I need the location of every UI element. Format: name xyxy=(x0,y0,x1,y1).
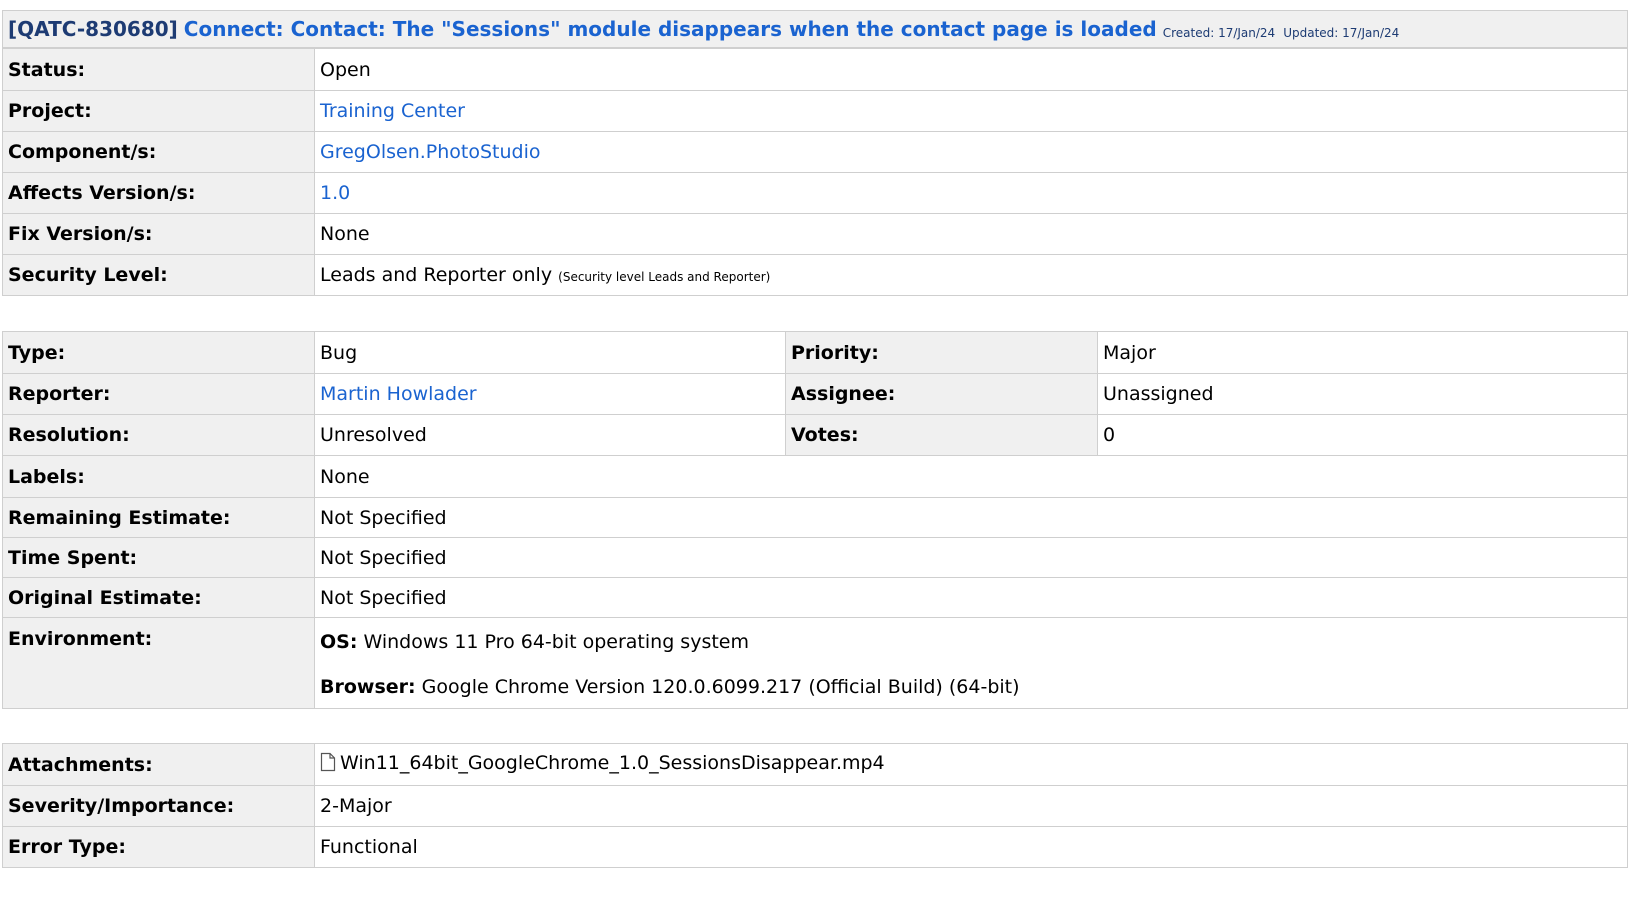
status-row: Status: Open xyxy=(2,48,1628,91)
security-level-label: Security Level: xyxy=(2,254,315,296)
issue-page: [QATC-830680] Connect: Contact: The "Ses… xyxy=(0,0,1632,899)
component-label: Component/s: xyxy=(2,131,315,173)
remaining-estimate-value: Not Specified xyxy=(314,497,1628,538)
severity-row: Severity/Importance: 2-Major xyxy=(2,785,1628,827)
severity-label: Severity/Importance: xyxy=(2,785,315,827)
issue-title-bar: [QATC-830680] Connect: Contact: The "Ses… xyxy=(2,10,1628,48)
priority-value: Major xyxy=(1097,331,1628,374)
original-estimate-label: Original Estimate: xyxy=(2,577,315,618)
error-type-row: Error Type: Functional xyxy=(2,826,1628,868)
type-label: Type: xyxy=(2,331,315,374)
security-level-note: (Security level Leads and Reporter) xyxy=(558,270,771,284)
affects-version-label: Affects Version/s: xyxy=(2,172,315,214)
votes-label: Votes: xyxy=(785,414,1098,456)
time-spent-label: Time Spent: xyxy=(2,537,315,578)
extra-fields-table: Attachments: Win11_64bit_GoogleChrome_1.… xyxy=(2,743,1628,868)
issue-key: [QATC-830680] xyxy=(8,17,178,41)
environment-label: Environment: xyxy=(2,617,315,709)
error-type-value: Functional xyxy=(314,826,1628,868)
priority-label: Priority: xyxy=(785,331,1098,374)
resolution-value: Unresolved xyxy=(314,414,786,456)
os-label: OS: xyxy=(320,631,358,653)
type-value: Bug xyxy=(314,331,786,374)
reporter-label: Reporter: xyxy=(2,373,315,415)
security-level-cell: Leads and Reporter only (Security level … xyxy=(314,254,1628,296)
os-value: Windows 11 Pro 64-bit operating system xyxy=(363,631,749,653)
assignee-label: Assignee: xyxy=(785,373,1098,415)
environment-value: OS: Windows 11 Pro 64-bit operating syst… xyxy=(314,617,1628,709)
time-spent-row: Time Spent: Not Specified xyxy=(2,537,1628,578)
attachments-cell: Win11_64bit_GoogleChrome_1.0_SessionsDis… xyxy=(314,743,1628,786)
type-row: Type: Bug Priority: Major xyxy=(2,331,1628,374)
fix-version-label: Fix Version/s: xyxy=(2,213,315,255)
attachment-file-link[interactable]: Win11_64bit_GoogleChrome_1.0_SessionsDis… xyxy=(340,752,885,774)
environment-row: Environment: OS: Windows 11 Pro 64-bit o… xyxy=(2,617,1628,709)
labels-row: Labels: None xyxy=(2,455,1628,498)
environment-os: OS: Windows 11 Pro 64-bit operating syst… xyxy=(320,619,1622,667)
assignee-value: Unassigned xyxy=(1097,373,1628,415)
original-estimate-value: Not Specified xyxy=(314,577,1628,618)
votes-value: 0 xyxy=(1097,414,1628,456)
project-row: Project: Training Center xyxy=(2,90,1628,132)
browser-label: Browser: xyxy=(320,676,416,698)
reporter-link[interactable]: Martin Howlader xyxy=(320,383,477,405)
browser-value: Google Chrome Version 120.0.6099.217 (Of… xyxy=(421,676,1020,698)
project-label: Project: xyxy=(2,90,315,132)
reporter-row: Reporter: Martin Howlader Assignee: Unas… xyxy=(2,373,1628,415)
issue-summary-link[interactable]: Connect: Contact: The "Sessions" module … xyxy=(184,17,1157,41)
security-level-row: Security Level: Leads and Reporter only … xyxy=(2,254,1628,296)
fix-version-row: Fix Version/s: None xyxy=(2,213,1628,255)
labels-value: None xyxy=(314,455,1628,498)
status-label: Status: xyxy=(2,48,315,91)
created-date: Created: 17/Jan/24 xyxy=(1162,26,1276,40)
status-value: Open xyxy=(314,48,1628,91)
error-type-label: Error Type: xyxy=(2,826,315,868)
original-estimate-row: Original Estimate: Not Specified xyxy=(2,577,1628,618)
resolution-row: Resolution: Unresolved Votes: 0 xyxy=(2,414,1628,456)
details-table: Status: Open Project: Training Center Co… xyxy=(2,48,1628,296)
issue-dates: Created: 17/Jan/24 Updated: 17/Jan/24 xyxy=(1163,26,1408,40)
affects-version-row: Affects Version/s: 1.0 xyxy=(2,172,1628,214)
remaining-estimate-label: Remaining Estimate: xyxy=(2,497,315,538)
severity-value: 2-Major xyxy=(314,785,1628,827)
fix-version-value: None xyxy=(314,213,1628,255)
project-link[interactable]: Training Center xyxy=(320,100,465,122)
component-row: Component/s: GregOlsen.PhotoStudio xyxy=(2,131,1628,173)
remaining-estimate-row: Remaining Estimate: Not Specified xyxy=(2,497,1628,538)
attachments-row: Attachments: Win11_64bit_GoogleChrome_1.… xyxy=(2,743,1628,786)
people-table: Type: Bug Priority: Major Reporter: Mart… xyxy=(2,331,1628,709)
security-level-value: Leads and Reporter only xyxy=(320,264,553,286)
resolution-label: Resolution: xyxy=(2,414,315,456)
labels-label: Labels: xyxy=(2,455,315,498)
affects-version-link[interactable]: 1.0 xyxy=(320,182,350,204)
file-icon xyxy=(320,752,336,777)
component-link[interactable]: GregOlsen.PhotoStudio xyxy=(320,141,541,163)
time-spent-value: Not Specified xyxy=(314,537,1628,578)
environment-browser: Browser: Google Chrome Version 120.0.609… xyxy=(320,666,1622,708)
attachments-label: Attachments: xyxy=(2,743,315,786)
updated-date: Updated: 17/Jan/24 xyxy=(1283,26,1400,40)
